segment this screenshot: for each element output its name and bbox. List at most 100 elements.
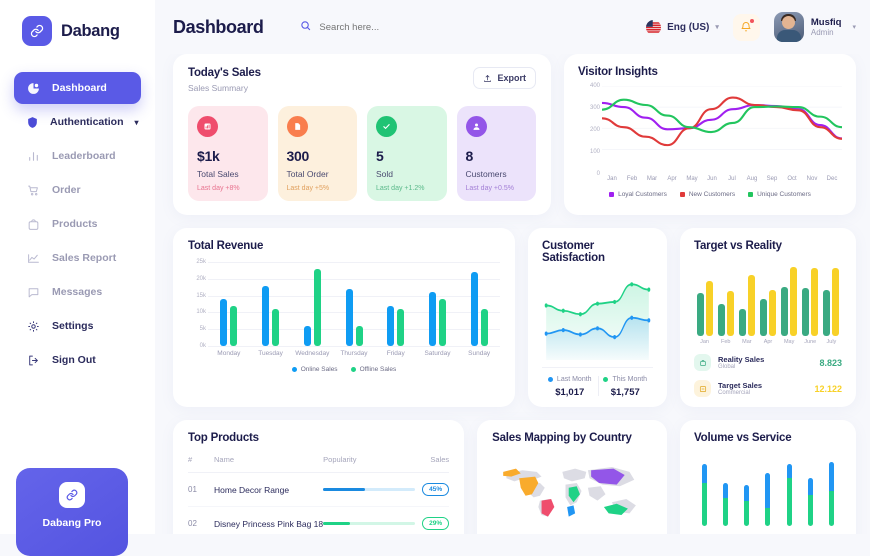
world-map[interactable] xyxy=(492,454,652,528)
bar-group xyxy=(779,456,800,526)
legend-item[interactable]: New Customers xyxy=(679,191,735,198)
visitor-insights-plot: 0 100 200 300 400 xyxy=(578,83,842,177)
sidebar-item-label: Authentication xyxy=(50,116,124,128)
bar[interactable] xyxy=(781,287,789,336)
legend-label: This Month xyxy=(612,376,648,383)
language-selector[interactable]: Eng (US) ▾ xyxy=(646,19,719,35)
legend-item[interactable]: This Month xyxy=(598,376,654,383)
stat-card[interactable]: 8 Customers Last day +0.5% xyxy=(456,106,536,201)
bar[interactable] xyxy=(345,288,353,346)
bar[interactable] xyxy=(428,292,436,346)
bar[interactable] xyxy=(747,274,755,336)
bar[interactable] xyxy=(220,298,228,346)
stat-value: 300 xyxy=(286,148,310,164)
bar[interactable] xyxy=(313,268,321,346)
bar[interactable] xyxy=(480,309,488,346)
bar[interactable] xyxy=(705,281,713,336)
customer-satisfaction-title: Customer Satisfaction xyxy=(542,240,605,264)
sidebar-item-products[interactable]: Products xyxy=(14,208,141,240)
bar[interactable] xyxy=(759,298,767,336)
bar[interactable] xyxy=(768,289,776,336)
stat-card[interactable]: 300 Total Order Last day +5% xyxy=(277,106,357,201)
legend-label: Unique Customers xyxy=(757,191,811,198)
bar[interactable] xyxy=(397,309,405,346)
bar[interactable] xyxy=(744,485,750,526)
bar[interactable] xyxy=(807,478,813,526)
stat-card[interactable]: 5 Sold Last day +1.2% xyxy=(367,106,447,201)
bar[interactable] xyxy=(786,464,792,526)
y-tick: 0 xyxy=(596,171,600,177)
total-revenue-title: Total Revenue xyxy=(188,240,264,252)
bar[interactable] xyxy=(738,308,746,336)
bar[interactable] xyxy=(823,289,831,336)
chevron-down-icon[interactable]: ▾ xyxy=(715,23,719,31)
search-box[interactable] xyxy=(289,13,537,41)
chevron-down-icon[interactable]: ▾ xyxy=(135,118,139,127)
y-tick: 20k xyxy=(196,275,206,282)
top-products-title: Top Products xyxy=(188,432,259,444)
bar[interactable] xyxy=(262,285,270,346)
legend-item[interactable]: Online Sales xyxy=(291,366,338,373)
x-tick: Saturday xyxy=(424,350,451,357)
target-vs-reality-legend: Reality Sales Global 8.823 Target Sales … xyxy=(694,354,842,397)
legend-item[interactable]: Loyal Customers xyxy=(609,191,667,198)
search-input[interactable] xyxy=(319,21,526,33)
x-tick: Mar xyxy=(646,176,658,182)
bar[interactable] xyxy=(765,472,771,526)
stat-delta: Last day +1.2% xyxy=(376,185,425,192)
sidebar-item-messages[interactable]: Messages xyxy=(14,276,141,308)
y-tick: 0k xyxy=(199,343,206,349)
legend-swatch xyxy=(291,367,297,372)
sidebar-item-order[interactable]: Order xyxy=(14,174,141,206)
legend-item[interactable]: Last Month xyxy=(542,376,598,383)
bar[interactable] xyxy=(230,305,238,346)
sidebar-item-label: Sales Report xyxy=(52,252,117,264)
bar[interactable] xyxy=(790,266,798,336)
sidebar-item-label: Messages xyxy=(52,286,103,298)
sidebar-item-settings[interactable]: Settings xyxy=(14,310,141,342)
bar[interactable] xyxy=(303,325,311,346)
bar[interactable] xyxy=(387,305,395,346)
bar[interactable] xyxy=(726,291,734,336)
notifications-button[interactable] xyxy=(732,13,760,41)
todays-sales-subtitle: Sales Summary xyxy=(188,83,248,93)
bar[interactable] xyxy=(438,298,446,346)
bar[interactable] xyxy=(470,272,478,346)
column-header-name: Name xyxy=(214,455,235,464)
target-legend-row[interactable]: Target Sales Commercial 12.122 xyxy=(694,380,842,397)
table-row[interactable]: 02 Disney Princess Pink Bag 18 29% xyxy=(188,507,450,534)
sidebar-item-sales-report[interactable]: Sales Report xyxy=(14,242,141,274)
dabang-pro-promo[interactable]: Dabang Pro xyxy=(16,468,128,556)
user-menu[interactable]: Musfiq Admin ▾ xyxy=(773,12,856,42)
bar[interactable] xyxy=(723,482,729,526)
bar[interactable] xyxy=(832,267,840,336)
bar-group xyxy=(694,264,715,336)
bar[interactable] xyxy=(696,292,704,336)
user-role: Admin xyxy=(810,28,834,38)
legend-item[interactable]: Unique Customers xyxy=(748,191,811,198)
bar[interactable] xyxy=(272,309,280,346)
bar-group xyxy=(779,264,800,336)
x-tick: Wednesday xyxy=(295,350,330,357)
x-tick: Sunday xyxy=(468,350,491,357)
sidebar-item-sign-out[interactable]: Sign Out xyxy=(14,344,141,376)
sidebar-item-leaderboard[interactable]: Leaderboard xyxy=(14,140,141,172)
legend-item[interactable]: Offline Sales xyxy=(350,366,396,373)
visitor-insights-title: Visitor Insights xyxy=(578,66,658,78)
bar[interactable] xyxy=(828,461,834,526)
sidebar-item-authentication[interactable]: Authentication ▾ xyxy=(14,106,141,138)
sidebar-item-dashboard[interactable]: Dashboard xyxy=(14,72,141,104)
target-legend-row[interactable]: Reality Sales Global 8.823 xyxy=(694,354,842,371)
x-tick: Friday xyxy=(386,350,405,357)
chevron-down-icon[interactable]: ▾ xyxy=(852,23,856,31)
bar[interactable] xyxy=(717,303,725,336)
table-row[interactable]: 01 Home Decor Range 45% xyxy=(188,473,450,507)
bar[interactable] xyxy=(811,268,819,336)
avatar xyxy=(773,12,804,42)
bar-group xyxy=(757,264,778,336)
stat-card[interactable]: $1k Total Sales Last day +8% xyxy=(188,106,268,201)
bar[interactable] xyxy=(355,325,363,346)
bar[interactable] xyxy=(702,464,708,526)
export-button[interactable]: Export xyxy=(473,67,536,89)
bar[interactable] xyxy=(802,288,810,336)
